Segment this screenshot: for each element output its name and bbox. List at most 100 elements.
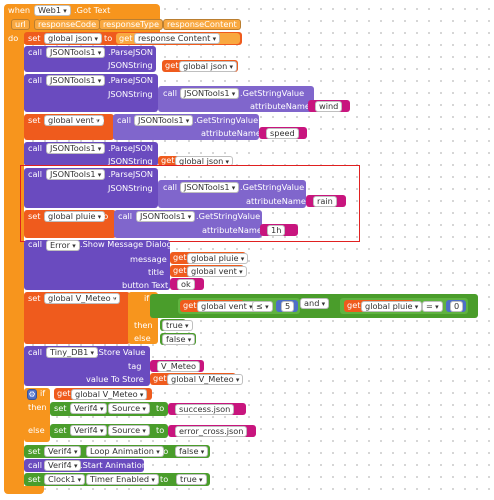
- set-keyword: set: [28, 293, 41, 303]
- set-keyword: set: [28, 446, 41, 456]
- property-dropdown-source[interactable]: Source: [108, 403, 150, 414]
- param-label: JSONString: [108, 89, 153, 99]
- then-keyword: then: [28, 402, 47, 412]
- var-dropdown-response-content[interactable]: response Content: [134, 33, 221, 44]
- bool-dropdown-false[interactable]: false: [175, 446, 209, 457]
- set-keyword: set: [28, 474, 41, 484]
- method-name: .GetStringValue: [240, 88, 305, 98]
- method-name: .GetStringValue: [194, 115, 259, 125]
- param-label: JSONString: [108, 60, 153, 70]
- then-keyword: then: [134, 320, 153, 330]
- call-keyword: call: [28, 239, 43, 249]
- set-keyword: set: [28, 33, 41, 43]
- param-response-type[interactable]: responseType: [99, 19, 163, 30]
- var-dropdown-pluie[interactable]: global pluie: [361, 301, 423, 312]
- to-keyword: to: [110, 293, 119, 303]
- var-dropdown-vmeteo[interactable]: global V_Meteo: [44, 293, 121, 304]
- when-keyword: when: [8, 5, 31, 15]
- call-keyword: call: [117, 115, 132, 125]
- param-label: attributeName: [250, 101, 310, 111]
- event-do-spine: [4, 31, 24, 493]
- operator-dropdown-lte[interactable]: ≤: [252, 301, 273, 312]
- method-name: .ParseJSON: [108, 143, 154, 153]
- param-label-title: title: [148, 267, 165, 277]
- component-dropdown-jsontools[interactable]: JSONTools1: [46, 47, 106, 58]
- property-dropdown-timer-enabled[interactable]: Timer Enabled: [86, 474, 159, 485]
- bool-dropdown-true[interactable]: true: [176, 474, 207, 485]
- param-label-message: message: [130, 254, 167, 264]
- call-keyword: call: [28, 75, 43, 85]
- component-dropdown-clock1[interactable]: Clock1: [44, 474, 86, 485]
- param-url[interactable]: url: [11, 19, 30, 30]
- param-label: attributeName: [201, 128, 261, 138]
- var-dropdown-json[interactable]: global json: [44, 33, 103, 44]
- component-dropdown-verif4[interactable]: Verif4: [70, 403, 108, 414]
- if-keyword: if: [144, 293, 150, 303]
- get-keyword: get: [165, 60, 179, 70]
- text-value-vmeteo[interactable]: V_Meteo: [157, 361, 201, 372]
- component-dropdown-jsontools[interactable]: JSONTools1: [180, 88, 240, 99]
- var-dropdown-vent[interactable]: global vent: [44, 115, 104, 126]
- var-dropdown-pluie[interactable]: global pluie: [187, 253, 249, 264]
- else-keyword: else: [28, 425, 45, 435]
- set-keyword: set: [54, 403, 67, 413]
- get-keyword: get: [173, 265, 187, 275]
- set-keyword: set: [54, 425, 67, 435]
- var-dropdown-vent[interactable]: global vent: [197, 301, 257, 312]
- to-keyword: to: [156, 425, 165, 435]
- get-keyword: get: [173, 252, 187, 262]
- number-value-0[interactable]: 0: [450, 301, 464, 312]
- param-label-button-text: button Text: [122, 280, 169, 290]
- property-dropdown-loop-animation[interactable]: Loop Animation: [86, 446, 164, 457]
- mutator-gear-icon[interactable]: ⚙: [27, 389, 37, 400]
- to-keyword: to: [96, 115, 105, 125]
- component-dropdown-error[interactable]: Error: [46, 240, 80, 251]
- text-value-error-cross[interactable]: error_cross.json: [175, 426, 248, 437]
- text-value-speed[interactable]: speed: [266, 128, 299, 139]
- to-keyword: to: [104, 33, 113, 43]
- var-dropdown-vent[interactable]: global vent: [187, 266, 247, 277]
- property-dropdown-source[interactable]: Source: [108, 425, 150, 436]
- call-keyword: call: [28, 47, 43, 57]
- var-dropdown-vmeteo[interactable]: global V_Meteo: [71, 389, 148, 400]
- highlight-rectangle: [20, 165, 360, 242]
- to-keyword: to: [156, 403, 165, 413]
- component-dropdown-tinydb[interactable]: Tiny_DB1: [46, 347, 99, 358]
- event-name: .Got Text: [74, 5, 111, 15]
- to-keyword: to: [160, 446, 169, 456]
- if-keyword: if: [40, 388, 46, 398]
- component-dropdown-verif4[interactable]: Verif4: [70, 425, 108, 436]
- param-response-content[interactable]: responseContent: [163, 19, 241, 30]
- bool-dropdown-false[interactable]: false: [162, 334, 196, 345]
- component-dropdown-jsontools[interactable]: JSONTools1: [46, 143, 106, 154]
- get-keyword: get: [119, 33, 133, 43]
- operator-dropdown-eq[interactable]: =: [422, 301, 443, 312]
- component-dropdown-jsontools[interactable]: JSONTools1: [46, 75, 106, 86]
- param-response-code[interactable]: responseCode: [34, 19, 101, 30]
- call-keyword: call: [28, 347, 43, 357]
- number-value-5[interactable]: 5: [281, 301, 295, 312]
- component-dropdown-verif4[interactable]: Verif4: [44, 446, 82, 457]
- text-value-wind[interactable]: wind: [315, 101, 343, 112]
- set-keyword: set: [28, 115, 41, 125]
- call-keyword: call: [163, 88, 178, 98]
- call-keyword: call: [28, 143, 43, 153]
- component-dropdown-web1[interactable]: Web1: [34, 5, 71, 16]
- do-keyword: do: [8, 33, 19, 43]
- component-dropdown-verif4[interactable]: Verif4: [44, 460, 82, 471]
- text-value-ok[interactable]: ok: [177, 279, 195, 290]
- component-dropdown-jsontools[interactable]: JSONTools1: [134, 115, 194, 126]
- var-dropdown-json[interactable]: global json: [179, 61, 238, 72]
- method-name: .ParseJSON: [108, 47, 154, 57]
- get-keyword: get: [183, 300, 197, 310]
- else-keyword: else: [134, 333, 151, 343]
- var-dropdown-vmeteo[interactable]: global V_Meteo: [167, 374, 244, 385]
- param-label-value: value To Store: [86, 374, 144, 384]
- text-value-success[interactable]: success.json: [175, 404, 235, 415]
- operator-dropdown-and[interactable]: and: [300, 298, 330, 309]
- bool-dropdown-true[interactable]: true: [162, 320, 193, 331]
- method-name: .Store Value: [96, 347, 146, 357]
- method-name: .Start Animation: [80, 460, 147, 470]
- method-name: .Show Message Dialog: [80, 239, 172, 249]
- to-keyword: to: [160, 474, 169, 484]
